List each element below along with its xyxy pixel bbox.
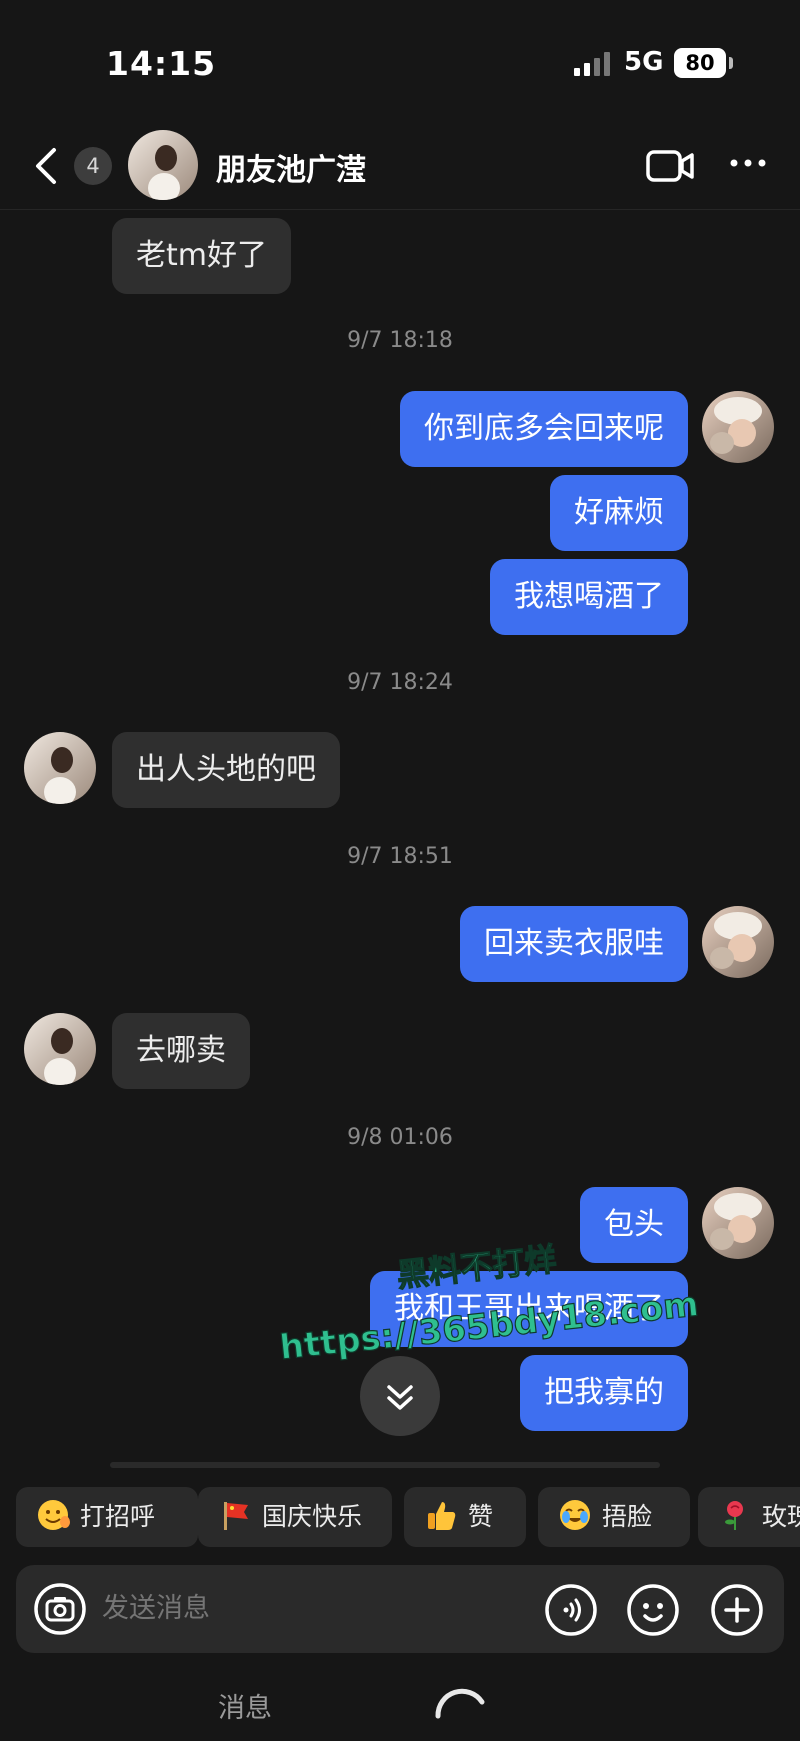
more-options-icon[interactable] <box>728 153 768 173</box>
wave-emoji-icon <box>38 1500 70 1530</box>
my-avatar[interactable] <box>702 391 774 463</box>
my-avatar[interactable] <box>702 906 774 978</box>
status-bar: 14:15 5G 80 <box>0 0 800 120</box>
flag-icon <box>224 1502 248 1530</box>
quick-reply-label: 赞 <box>468 1502 494 1531</box>
next-message-peek <box>110 1462 660 1468</box>
video-call-icon[interactable] <box>646 148 694 184</box>
quick-reply-facepalm[interactable]: 捂脸 <box>538 1487 690 1547</box>
message-sent[interactable]: 好麻烦 <box>550 475 688 551</box>
message-sent[interactable]: 包头 <box>580 1187 688 1263</box>
back-arrow-icon[interactable] <box>32 146 62 186</box>
message-sent[interactable]: 回来卖衣服哇 <box>460 906 688 982</box>
rose-icon <box>725 1501 743 1530</box>
quick-reply-label: 玫瑰 <box>762 1502 800 1531</box>
message-sent[interactable]: 你到底多会回来呢 <box>400 391 688 467</box>
message-received[interactable]: 去哪卖 <box>112 1013 250 1089</box>
facepalm-emoji-icon <box>560 1500 590 1530</box>
quick-reply-national-day[interactable]: 国庆快乐 <box>198 1487 392 1547</box>
voice-input-icon[interactable] <box>544 1583 598 1637</box>
quick-reply-label: 打招呼 <box>80 1502 156 1531</box>
emoji-picker-icon[interactable] <box>626 1583 680 1637</box>
contact-avatar[interactable] <box>128 130 198 200</box>
loading-spinner-icon <box>435 1688 485 1719</box>
quick-reply-label: 捂脸 <box>602 1502 653 1531</box>
plus-icon[interactable] <box>710 1583 764 1637</box>
message-timestamp: 9/7 18:18 <box>347 328 453 353</box>
message-sent[interactable]: 我想喝酒了 <box>490 559 688 635</box>
network-type: 5G <box>624 47 664 77</box>
contact-avatar[interactable] <box>24 732 96 804</box>
header-divider <box>0 209 800 210</box>
quick-reply-like[interactable]: 赞 <box>404 1487 526 1547</box>
battery-tip <box>729 57 733 69</box>
thumbs-up-icon <box>428 1502 456 1530</box>
status-time: 14:15 <box>106 44 217 83</box>
double-chevron-down-icon <box>387 1385 413 1410</box>
chat-header: 4 朋友池广滢 <box>0 128 800 208</box>
signal-icon <box>574 52 610 76</box>
message-sent[interactable]: 把我寡的 <box>520 1355 688 1431</box>
message-sent[interactable]: 我和王哥出来喝酒了 <box>370 1271 688 1347</box>
contact-name[interactable]: 朋友池广滢 <box>216 145 366 189</box>
message-received[interactable]: 出人头地的吧 <box>112 732 340 808</box>
contact-avatar[interactable] <box>24 1013 96 1085</box>
quick-reply-label: 国庆快乐 <box>262 1502 363 1531</box>
message-input-bar <box>16 1565 784 1653</box>
quick-reply-rose[interactable]: 玫瑰 <box>698 1487 800 1547</box>
quick-reply-wave[interactable]: 打招呼 <box>16 1487 198 1547</box>
battery-indicator: 80 <box>674 48 726 78</box>
unread-count-badge[interactable]: 4 <box>74 147 112 185</box>
nav-messages-label[interactable]: 消息 <box>218 1686 272 1725</box>
message-input[interactable] <box>102 1565 462 1653</box>
bottom-navigation: 消息 <box>0 1676 800 1741</box>
message-received[interactable]: 老tm好了 <box>112 218 291 294</box>
message-timestamp: 9/8 01:06 <box>347 1125 453 1150</box>
message-timestamp: 9/7 18:51 <box>347 844 453 869</box>
message-timestamp: 9/7 18:24 <box>347 670 453 695</box>
scroll-to-bottom-button[interactable] <box>360 1356 440 1436</box>
camera-icon[interactable] <box>34 1583 86 1635</box>
my-avatar[interactable] <box>702 1187 774 1259</box>
